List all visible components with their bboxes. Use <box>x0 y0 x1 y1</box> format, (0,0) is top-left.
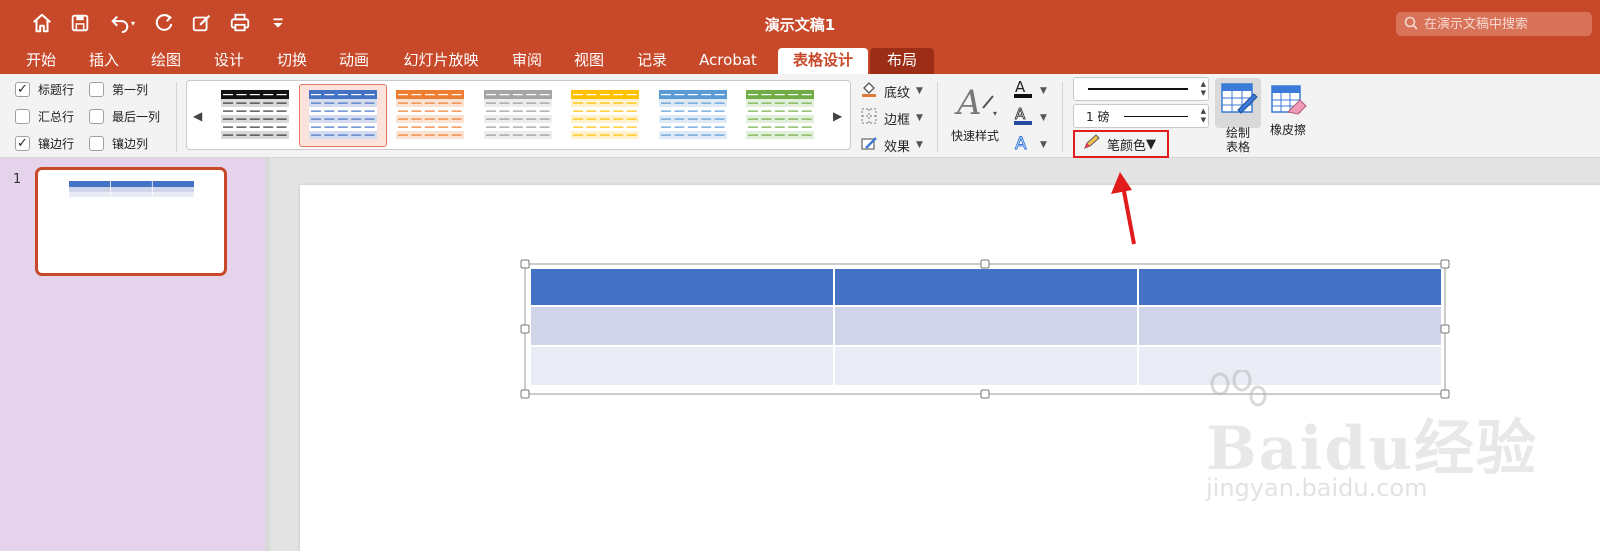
table-cell[interactable] <box>1137 267 1443 307</box>
table-cell[interactable] <box>833 267 1139 307</box>
resize-handle[interactable] <box>1440 259 1450 269</box>
table-cell[interactable] <box>529 345 835 387</box>
table-cell[interactable] <box>833 345 1139 387</box>
resize-handle[interactable] <box>980 259 990 269</box>
table-cell[interactable] <box>1137 345 1443 387</box>
annotation-arrow-icon <box>1111 172 1136 245</box>
resize-handle[interactable] <box>1440 389 1450 399</box>
resize-handle[interactable] <box>1440 324 1450 334</box>
resize-handle[interactable] <box>980 389 990 399</box>
table-cell[interactable] <box>529 267 835 307</box>
table-cell[interactable] <box>1137 305 1443 347</box>
resize-handle[interactable] <box>520 389 530 399</box>
table-cell[interactable] <box>529 305 835 347</box>
table-cell[interactable] <box>833 305 1139 347</box>
watermark-url: jingyan.baidu.com <box>1206 474 1428 502</box>
resize-handle[interactable] <box>520 324 530 334</box>
resize-handle[interactable] <box>520 259 530 269</box>
